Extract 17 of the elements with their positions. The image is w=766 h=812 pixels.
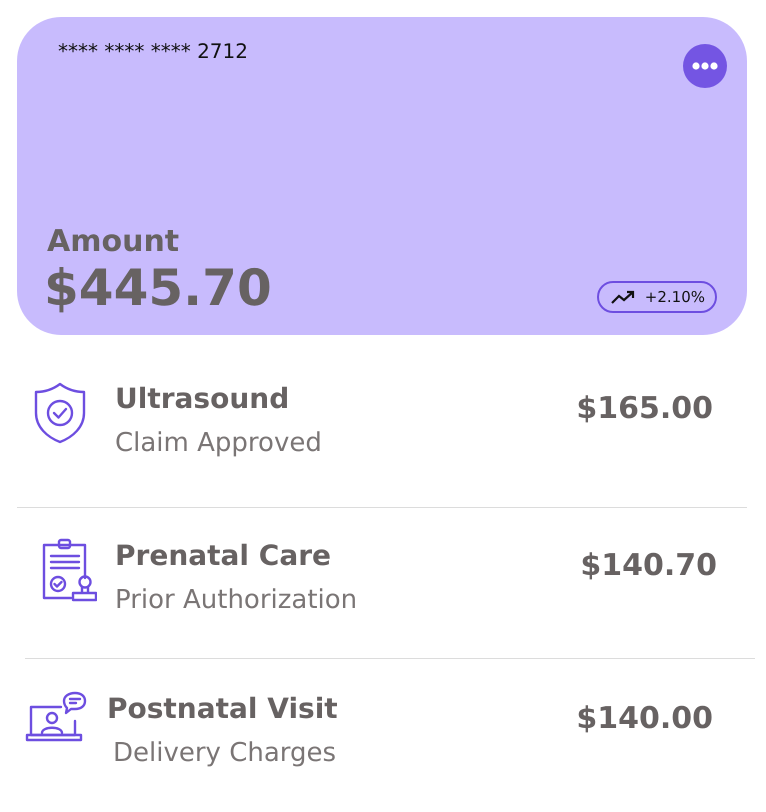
item-amount: $165.00	[576, 390, 713, 426]
item-amount: $140.70	[580, 547, 717, 583]
item-title: Prenatal Care	[115, 538, 332, 574]
amount-label: Amount	[47, 224, 180, 259]
item-subtitle: Prior Authorization	[115, 584, 358, 617]
more-button[interactable]	[683, 44, 727, 88]
item-subtitle: Delivery Charges	[113, 737, 338, 770]
item-title: Postnatal Visit	[107, 691, 339, 727]
more-icon	[692, 62, 718, 70]
shield-check-icon	[33, 381, 87, 445]
item-amount: $140.00	[576, 700, 713, 736]
card-number: **** **** **** 2712	[58, 39, 248, 63]
amount-value: $445.70	[44, 263, 272, 313]
item-title: Ultrasound	[115, 381, 290, 417]
change-badge: +2.10%	[596, 281, 717, 313]
trend-up-icon	[610, 290, 635, 304]
item-subtitle: Claim Approved	[115, 427, 323, 460]
